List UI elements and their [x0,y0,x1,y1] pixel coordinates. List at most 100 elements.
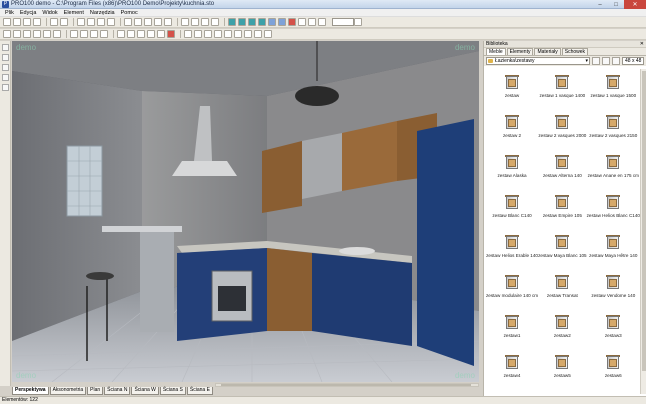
delete-icon[interactable] [107,18,115,26]
menu-view[interactable]: Widok [39,10,60,16]
library-item[interactable]: zestaw 1 vasque 1500 [587,69,640,109]
align-left-icon[interactable] [3,30,11,38]
layer-down-icon[interactable] [127,30,135,38]
library-item[interactable]: zestaw Alaska [486,149,538,189]
thumbnail-size-select[interactable]: 48 x 48 [622,57,644,65]
library-item[interactable]: zestaw Empire 105 [538,189,587,229]
tab-wall-e[interactable]: Ściana E [186,387,213,395]
shading-icon[interactable] [278,18,286,26]
show-icon[interactable] [147,30,155,38]
tab-wall-w[interactable]: Ściana W [131,387,159,395]
zoom-icon[interactable] [318,18,326,26]
align-top-icon[interactable] [23,30,31,38]
library-item[interactable]: zestaw 2 [486,109,538,149]
zoom-select[interactable] [332,18,354,26]
tab-plan[interactable]: Plan [87,387,104,395]
library-item[interactable]: zestaw4 [486,349,538,389]
ungroup-icon[interactable] [134,18,142,26]
close-button[interactable]: ✕ [624,0,646,9]
distribute-icon[interactable] [53,30,61,38]
library-item[interactable]: zestaw 2 vasques 2000 [538,109,587,149]
library-close-icon[interactable]: ✕ [640,41,644,48]
dimension-icon[interactable] [234,30,242,38]
lock-icon[interactable] [144,18,152,26]
camera-icon[interactable] [298,18,306,26]
copy-icon[interactable] [87,18,95,26]
select-all-icon[interactable] [157,30,165,38]
door-icon[interactable] [214,30,222,38]
tab-wall-n[interactable]: Ściana N [104,387,131,395]
maximize-button[interactable]: □ [608,0,624,9]
orbit-icon[interactable] [1,64,9,71]
library-item[interactable]: zestaw5 [538,349,587,389]
pan-icon[interactable] [1,74,9,81]
tab-clipboard[interactable]: Schowek [561,48,589,55]
render-icon[interactable] [268,18,276,26]
library-item[interactable]: zestaw Vendome 140 [587,269,640,309]
library-item[interactable]: zestaw 1 vasque 1400 [538,69,587,109]
library-item[interactable]: zestaw1 [486,309,538,349]
library-item[interactable]: zestaw [486,69,538,109]
shape-icon[interactable] [264,30,272,38]
new-file-icon[interactable] [3,18,11,26]
library-item[interactable]: zestaw2 [538,309,587,349]
mirror-icon[interactable] [191,18,199,26]
hide-icon[interactable] [137,30,145,38]
menu-edit[interactable]: Edycja [17,10,40,16]
tab-axonometry[interactable]: Aksonometria [49,387,87,395]
library-vscrollbar[interactable] [640,69,646,394]
help-icon[interactable] [354,18,362,26]
measure-icon[interactable] [201,18,209,26]
tab-perspective[interactable]: Perspektywa [12,387,49,395]
view-3d-icon[interactable] [258,18,266,26]
align-center-icon[interactable] [43,30,51,38]
view-side-icon[interactable] [238,18,246,26]
grid-icon[interactable] [100,30,108,38]
cut-icon[interactable] [77,18,85,26]
undo-icon[interactable] [50,18,58,26]
library-item[interactable]: zestaw3 [587,309,640,349]
align-bottom-icon[interactable] [33,30,41,38]
zoom-window-icon[interactable] [1,84,9,91]
snap-icon[interactable] [90,30,98,38]
floor-icon[interactable] [194,30,202,38]
move-icon[interactable] [70,30,78,38]
stretch-icon[interactable] [80,30,88,38]
redo-icon[interactable] [60,18,68,26]
tab-materials[interactable]: Materiały [534,48,561,55]
viewport-hscrollbar[interactable] [215,383,479,387]
menu-element[interactable]: Element [61,10,87,16]
light-icon[interactable] [288,18,296,26]
view-front-icon[interactable] [228,18,236,26]
library-item[interactable]: zestaw Blanc C140 [486,189,538,229]
paste-icon[interactable] [97,18,105,26]
print-icon[interactable] [33,18,41,26]
menu-help[interactable]: Pomoc [118,10,141,16]
library-item[interactable]: zestaw Maya Hêtre 140 [587,229,640,269]
hand-icon[interactable] [1,54,9,61]
properties-icon[interactable] [154,18,162,26]
tab-furniture[interactable]: Meble [486,48,506,55]
library-item[interactable]: zestaw Helios Blanc C140 [587,189,640,229]
library-item[interactable]: zestaw modulaire 140 cm [486,269,538,309]
hscroll-thumb[interactable] [221,384,471,386]
window-icon[interactable] [204,30,212,38]
material-icon[interactable] [164,18,172,26]
stop-icon[interactable] [167,30,175,38]
library-path-select[interactable]: Łazienka\zestawy ▾ [486,57,590,65]
report-icon[interactable] [211,18,219,26]
folder-up-icon[interactable] [592,57,600,65]
library-item[interactable]: zestaw Anane en 175 cm [587,149,640,189]
view-top-icon[interactable] [248,18,256,26]
align-right-icon[interactable] [13,30,21,38]
vscroll-thumb[interactable] [642,71,646,371]
grid-view-icon[interactable] [612,57,620,65]
group-icon[interactable] [124,18,132,26]
menu-tools[interactable]: Narzędzia [87,10,118,16]
library-item[interactable]: zestaw Transat [538,269,587,309]
text-icon[interactable] [224,30,232,38]
save-icon[interactable] [23,18,31,26]
menu-file[interactable]: Plik [2,10,17,16]
list-view-icon[interactable] [602,57,610,65]
box-icon[interactable] [244,30,252,38]
